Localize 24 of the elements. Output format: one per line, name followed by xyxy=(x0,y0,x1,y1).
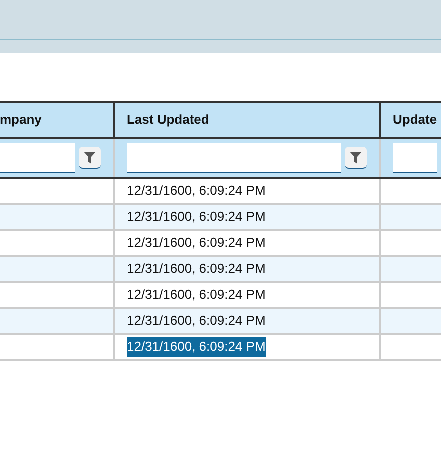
table-cell-text: 12/31/1600, 6:09:24 PM xyxy=(127,182,266,200)
filter-button[interactable] xyxy=(345,147,367,169)
column-header[interactable]: Update xyxy=(393,110,438,130)
filter-icon xyxy=(350,152,362,164)
table-cell-text: 12/31/1600, 6:09:24 PM xyxy=(127,208,266,226)
filter-field[interactable] xyxy=(0,143,75,173)
table-cell-text: 12/31/1600, 6:09:24 PM xyxy=(127,234,266,252)
table-cell-text: 12/31/1600, 6:09:24 PM xyxy=(127,312,266,330)
filter-icon xyxy=(84,152,96,164)
table-cell: 12/31/1600, 6:09:24 PM xyxy=(127,337,266,357)
table-row[interactable]: 12/31/1600, 6:09:24 PM xyxy=(0,179,441,205)
table-row[interactable]: 12/31/1600, 6:09:24 PM xyxy=(0,283,441,309)
filter-button[interactable] xyxy=(79,147,101,169)
table-row[interactable]: 12/31/1600, 6:09:24 PM xyxy=(0,205,441,231)
table-cell-text: 12/31/1600, 6:09:24 PM xyxy=(127,260,266,278)
filter-field[interactable] xyxy=(393,143,437,173)
column-header[interactable]: mpany xyxy=(0,110,42,130)
table-cell-text: 12/31/1600, 6:09:24 PM xyxy=(127,286,266,304)
filter-field[interactable] xyxy=(127,143,341,173)
table-row[interactable]: 12/31/1600, 6:09:24 PM xyxy=(0,257,441,283)
table-row[interactable]: 12/31/1600, 6:09:24 PM xyxy=(0,309,441,335)
table-row[interactable]: 12/31/1600, 6:09:24 PM xyxy=(0,335,441,361)
column-header[interactable]: Last Updated xyxy=(127,110,210,130)
table-row[interactable]: 12/31/1600, 6:09:24 PM xyxy=(0,231,441,257)
